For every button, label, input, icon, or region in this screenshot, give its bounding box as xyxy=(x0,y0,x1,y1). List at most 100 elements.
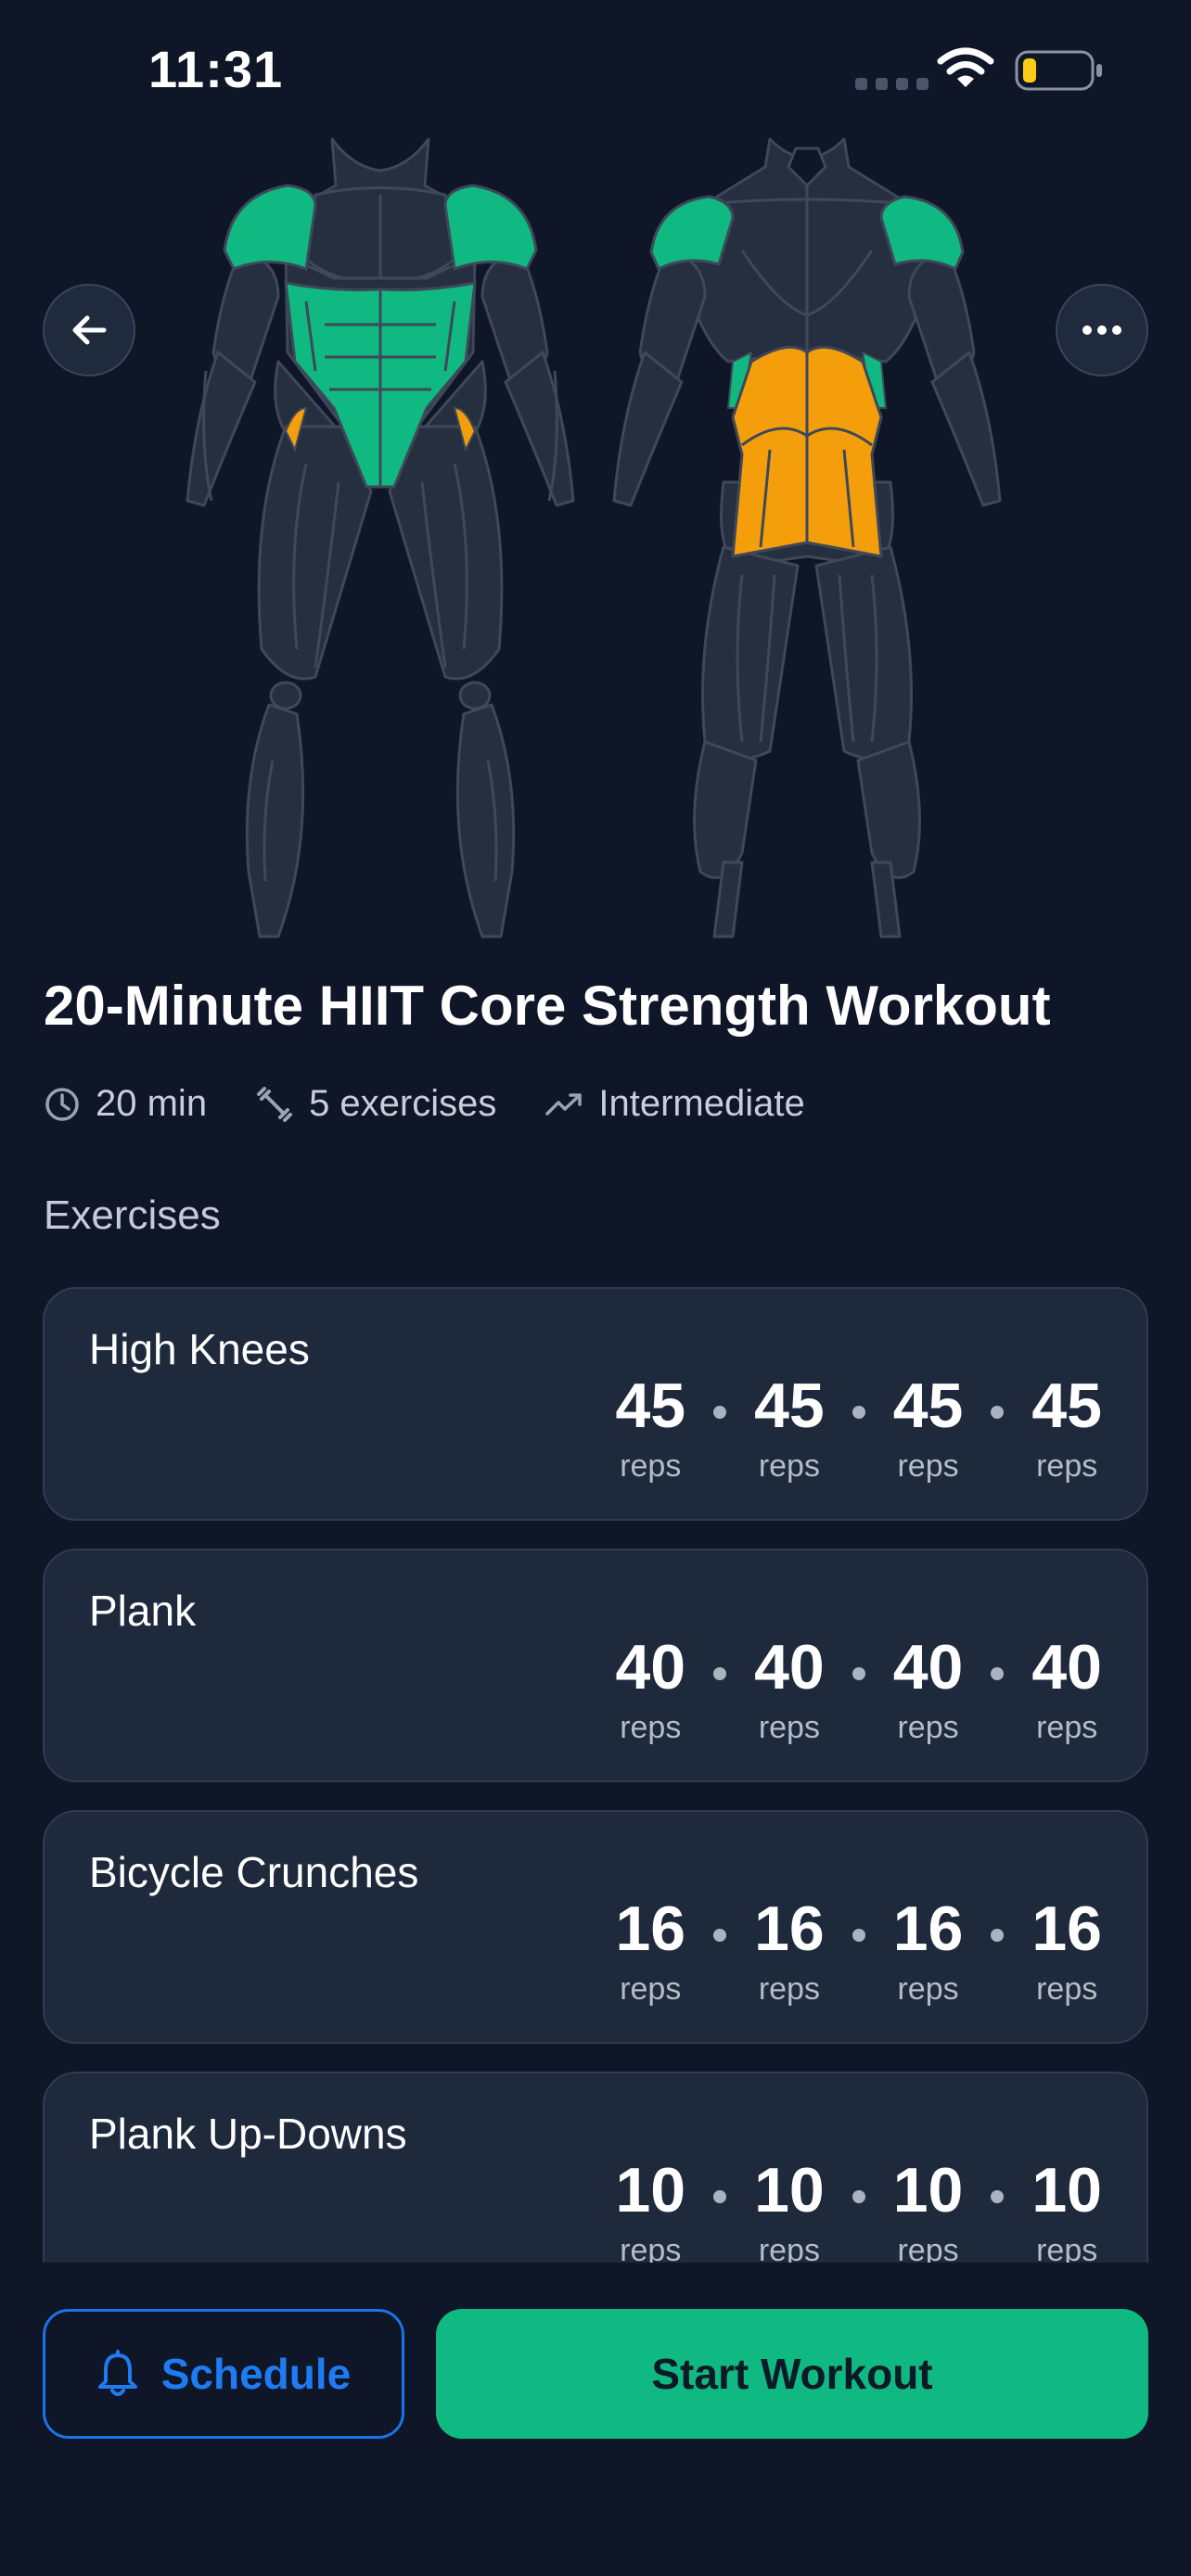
set-unit: reps xyxy=(620,1971,682,2007)
set-unit: reps xyxy=(897,1448,959,1484)
set-value: 16 xyxy=(754,1894,825,1964)
signal-icon xyxy=(855,78,928,90)
set-item: 16 reps xyxy=(615,1897,685,2008)
status-time: 11:31 xyxy=(148,40,284,98)
set-unit: reps xyxy=(620,2233,682,2263)
schedule-button[interactable]: Schedule xyxy=(43,2309,404,2439)
schedule-label: Schedule xyxy=(160,2350,352,2398)
set-unit: reps xyxy=(897,2233,959,2263)
bottom-action-bar: Schedule Start Workout xyxy=(0,2263,1191,2576)
set-value: 40 xyxy=(1031,1632,1102,1702)
set-unit: reps xyxy=(620,1710,682,1745)
arrow-left-icon xyxy=(72,315,107,345)
set-value: 45 xyxy=(1031,1371,1102,1441)
set-separator xyxy=(713,1667,727,1680)
set-value: 45 xyxy=(615,1371,686,1441)
exercise-name: Plank xyxy=(89,1587,197,1635)
exercise-card[interactable]: Plank 40 reps 40 reps 40 reps 40 reps xyxy=(43,1549,1148,1782)
set-unit: reps xyxy=(758,1448,820,1484)
start-workout-label: Start Workout xyxy=(651,2350,933,2398)
set-separator xyxy=(991,1406,1005,1419)
set-separator xyxy=(852,2190,865,2203)
exercise-count-text: 5 exercises xyxy=(309,1083,497,1124)
set-item: 10 reps xyxy=(1031,2159,1102,2263)
set-item: 16 reps xyxy=(1031,1897,1102,2008)
set-item: 45 reps xyxy=(754,1374,825,1485)
dumbbell-icon xyxy=(257,1086,293,1122)
exercise-card[interactable]: Bicycle Crunches 16 reps 16 reps 16 reps 16… xyxy=(43,1810,1148,2044)
set-separator xyxy=(852,1406,865,1419)
exercise-sets: 45 reps 45 reps 45 reps 45 reps xyxy=(615,1374,1102,1485)
muscle-map xyxy=(0,130,1191,946)
workout-title: 20-Minute HIIT Core Strength Workout xyxy=(44,975,1051,1037)
set-value: 10 xyxy=(754,2155,825,2225)
exercises-section-label: Exercises xyxy=(44,1192,221,1238)
back-button[interactable] xyxy=(43,284,135,376)
exercise-sets: 10 reps 10 reps 10 reps 10 reps xyxy=(615,2159,1102,2263)
set-separator xyxy=(713,1929,727,1942)
set-value: 10 xyxy=(1031,2155,1102,2225)
set-value: 45 xyxy=(754,1371,825,1441)
set-item: 16 reps xyxy=(893,1897,964,2008)
exercise-list[interactable]: High Knees 45 reps 45 reps 45 reps 45 reps P… xyxy=(43,1287,1148,2263)
set-item: 45 reps xyxy=(893,1374,964,1485)
set-item: 45 reps xyxy=(615,1374,685,1485)
set-separator xyxy=(991,1929,1005,1942)
set-unit: reps xyxy=(1036,1971,1098,2007)
set-item: 10 reps xyxy=(754,2159,825,2263)
exercise-card[interactable]: High Knees 45 reps 45 reps 45 reps 45 reps xyxy=(43,1287,1148,1521)
set-unit: reps xyxy=(758,2233,820,2263)
bell-icon xyxy=(97,2350,137,2396)
start-workout-button[interactable]: Start Workout xyxy=(436,2309,1148,2439)
set-item: 40 reps xyxy=(615,1636,685,1746)
set-unit: reps xyxy=(1036,1710,1098,1745)
set-unit: reps xyxy=(897,1971,959,2007)
set-value: 16 xyxy=(892,1894,964,1964)
set-separator xyxy=(713,1406,727,1419)
more-options-button[interactable] xyxy=(1056,284,1148,376)
set-unit: reps xyxy=(897,1710,959,1745)
set-unit: reps xyxy=(1036,1448,1098,1484)
set-value: 40 xyxy=(892,1632,964,1702)
set-item: 45 reps xyxy=(1031,1374,1102,1485)
exercise-name: Bicycle Crunches xyxy=(89,1848,419,1896)
body-front-figure xyxy=(186,137,575,938)
body-back-figure xyxy=(612,137,1002,938)
duration-meta: 20 min xyxy=(44,1083,207,1125)
set-value: 16 xyxy=(615,1894,686,1964)
duration-text: 20 min xyxy=(96,1083,208,1124)
clock-icon xyxy=(45,1087,79,1121)
set-item: 16 reps xyxy=(754,1897,825,2008)
level-text: Intermediate xyxy=(598,1083,805,1124)
set-separator xyxy=(713,2190,727,2203)
exercise-name: High Knees xyxy=(89,1325,310,1373)
set-unit: reps xyxy=(758,1710,820,1745)
set-value: 10 xyxy=(892,2155,964,2225)
workout-meta: 20 min 5 exercises Intermediate xyxy=(44,1083,853,1125)
set-value: 40 xyxy=(615,1632,686,1702)
set-item: 40 reps xyxy=(893,1636,964,1746)
set-separator xyxy=(991,2190,1005,2203)
set-unit: reps xyxy=(1036,2233,1098,2263)
exercise-count-meta: 5 exercises xyxy=(255,1083,496,1125)
set-value: 16 xyxy=(1031,1894,1102,1964)
set-value: 40 xyxy=(754,1632,825,1702)
wifi-icon xyxy=(937,47,994,87)
set-item: 10 reps xyxy=(615,2159,685,2263)
set-value: 45 xyxy=(892,1371,964,1441)
set-unit: reps xyxy=(758,1971,820,2007)
set-separator xyxy=(991,1667,1005,1680)
set-item: 40 reps xyxy=(754,1636,825,1746)
set-unit: reps xyxy=(620,1448,682,1484)
set-separator xyxy=(852,1929,865,1942)
level-meta: Intermediate xyxy=(544,1083,805,1125)
more-horizontal-icon xyxy=(1082,325,1121,335)
exercise-card[interactable]: Plank Up-Downs 10 reps 10 reps 10 reps 10 re… xyxy=(43,2072,1148,2263)
set-value: 10 xyxy=(615,2155,686,2225)
set-separator xyxy=(852,1667,865,1680)
exercise-name: Plank Up-Downs xyxy=(89,2110,407,2158)
trending-up-icon xyxy=(545,1092,583,1116)
exercise-sets: 40 reps 40 reps 40 reps 40 reps xyxy=(615,1636,1102,1746)
exercise-sets: 16 reps 16 reps 16 reps 16 reps xyxy=(615,1897,1102,2008)
battery-low-icon xyxy=(1015,50,1102,91)
